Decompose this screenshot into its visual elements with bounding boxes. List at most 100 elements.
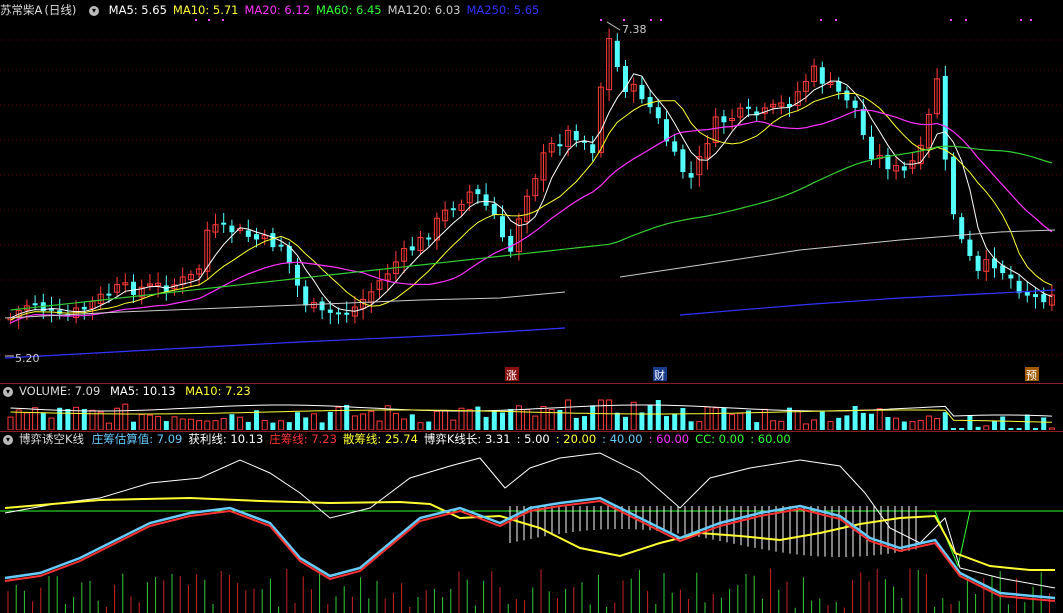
volume-bar [573,417,579,430]
volume-bar [409,414,415,430]
volume-bar [368,410,375,430]
volume-bar [450,419,457,430]
candle-body [1008,274,1014,279]
candle-body [590,144,596,154]
volume-bar [754,422,760,430]
volume-bar [802,423,809,430]
chevron-down-icon[interactable]: ▾ [3,434,13,445]
candle-body [483,194,489,206]
indicator-label: 获利线: 10.13 [188,432,264,446]
volume-bar [655,400,661,430]
volume-bar [32,407,39,430]
candle-body [746,106,751,109]
volume-bar [229,414,235,430]
candle-body [967,239,973,256]
volume-bar [836,417,842,430]
volume-bar [146,414,153,430]
candle-body [1041,294,1047,303]
event-tag: 财 [654,368,665,382]
candle-body [614,40,620,67]
volume-bar [237,416,244,430]
candle-body [245,230,251,237]
volume-bar [704,406,711,430]
candle-body [254,234,259,240]
volume-bar [721,407,727,430]
volume-bar [392,412,399,430]
volume-bar [155,415,162,430]
volume-bar [1033,428,1038,430]
volume-bar [278,420,285,430]
candle-body [344,312,350,315]
volume-bar [376,420,383,430]
volume-bar [1016,428,1022,430]
candle-body [81,306,87,310]
volume-bar [196,420,203,430]
volume-bar [220,417,227,430]
volume-panel-header: ▾ VOLUME: 7.09 MA5: 10.13 MA10: 7.23 [0,384,257,399]
volume-bar [524,409,531,430]
volume-bar [647,404,653,430]
event-tag: 预 [1026,369,1037,382]
chevron-down-icon[interactable]: ▾ [3,386,13,397]
volume-bar [737,412,744,430]
price-chart[interactable]: 7.38 5.20 涨 财 预 [0,0,1063,382]
volume-bar [680,408,686,430]
indicator-label: 散筹线: 25.74 [342,432,418,446]
candle-body [491,204,497,215]
volume-bar [319,422,325,430]
volume-bar [401,418,408,430]
volume-bar [917,419,924,430]
indicator-label: : 5.00 [516,432,550,446]
volume-ma10-line [10,409,1052,423]
candle-body [295,264,300,286]
volume-bar [565,399,572,430]
high-marker: 7.38 [622,23,647,36]
volume-ma10: MA10: 7.23 [185,384,251,398]
volume-bar [1024,414,1030,430]
volume-bar [270,422,276,430]
candle-body [672,141,678,152]
signal-dot [950,19,952,21]
indicator-title: 博弈诱空K线 [19,432,85,446]
volume-bar [500,412,505,430]
ma120-line [4,291,566,319]
candle-body [655,107,661,119]
volume-bar [327,411,333,430]
volume-bar [623,416,628,430]
signal-dot [650,19,652,21]
volume-title: VOLUME: 7.09 [19,384,101,398]
volume-bar [138,414,145,430]
volume-bar [433,410,440,430]
signal-dot [222,19,224,21]
volume-bar [540,406,547,430]
volume-bar [959,428,965,430]
candle-body [303,286,309,306]
volume-bar [417,422,424,430]
volume-bar [729,414,736,430]
volume-bar [901,421,907,430]
volume-bar [614,412,620,430]
candle-body [508,235,514,252]
indicator-label: : 20.00 [555,432,597,446]
volume-bar [712,407,719,430]
volume-bar [23,412,30,430]
indicator-label: 庄筹线: 7.23 [269,432,337,446]
candle-body [573,131,579,141]
indicator-label: : 60.00 [750,432,791,446]
signal-dot [820,19,822,21]
candle-body [959,217,965,240]
candle-body [131,281,136,295]
volume-bar [466,409,473,430]
candle-body [836,81,842,92]
volume-bar [630,401,637,430]
volume-bar [827,421,834,430]
dealer-estimate-line [4,496,1056,600]
candle-body [409,246,415,251]
volume-bar [597,399,604,430]
volume-bar [934,418,941,430]
signal-dot [835,19,837,21]
indicator-chart[interactable] [0,448,1063,613]
indicator-label: 庄筹估算值: 7.09 [91,432,183,446]
volume-chart[interactable] [0,398,1063,430]
volume-bar [1048,427,1055,430]
